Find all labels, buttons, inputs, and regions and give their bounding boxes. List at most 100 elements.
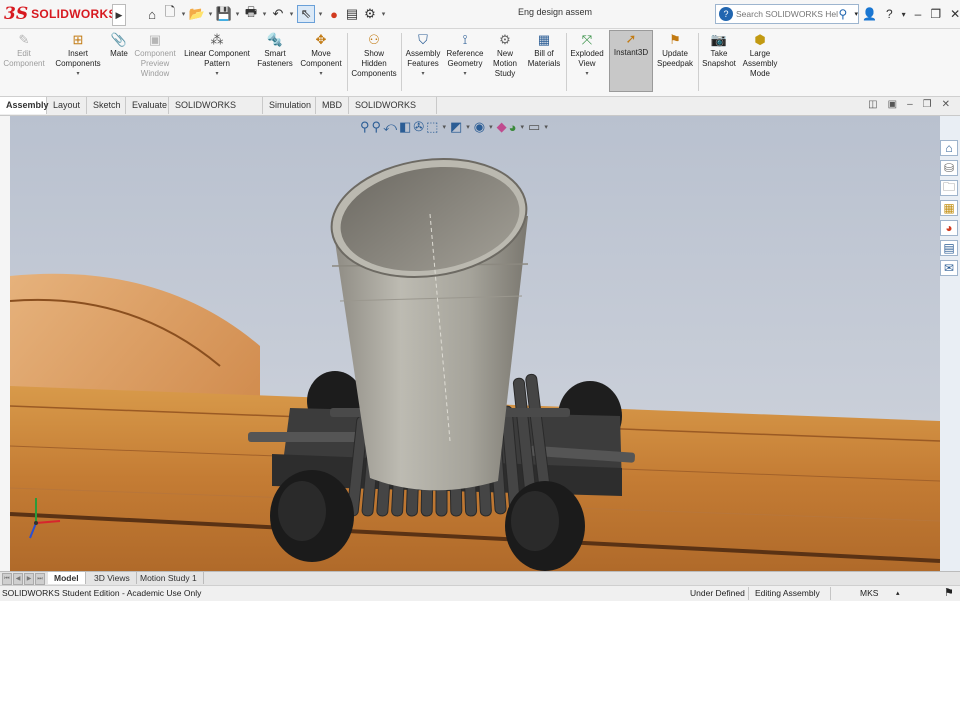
chevron-down-icon[interactable]: ▾ (466, 123, 470, 131)
select-icon[interactable]: ⇖ (297, 5, 315, 23)
units-system[interactable]: MKS (860, 586, 878, 601)
close-icon[interactable]: ✕ (942, 99, 950, 110)
help-menu-icon[interactable]: ? (886, 7, 893, 21)
dynamic-annotation-icon[interactable]: ✇ (413, 119, 424, 135)
rebuild-icon[interactable]: ● (326, 6, 342, 22)
zoom-to-fit-icon[interactable]: ⚲ (360, 119, 370, 135)
tab-evaluate[interactable]: Evaluate (126, 97, 169, 114)
section-view-icon[interactable]: ◧ (399, 119, 411, 135)
menu-flyout-arrow-icon[interactable]: ▶ (112, 4, 126, 26)
hide-show-items-icon[interactable]: ◉ (474, 119, 485, 135)
last-tab-icon[interactable]: ⏭ (35, 573, 45, 585)
search-input[interactable] (736, 9, 839, 19)
large-assembly-mode-button[interactable]: ⬢ Large Assembly Mode (740, 32, 780, 79)
chevron-up-icon[interactable]: ▴ (896, 586, 900, 601)
chevron-down-icon[interactable]: ▾ (521, 123, 525, 131)
assembly-features-button[interactable]: ⛉ Assembly Features ▾ (404, 32, 442, 79)
tab-sketch[interactable]: Sketch (87, 97, 126, 114)
bill-of-materials-button[interactable]: ▦ Bill of Materials (524, 32, 564, 69)
previous-view-icon[interactable]: ⤺ (383, 119, 397, 135)
file-properties-icon[interactable]: ▤ (344, 6, 360, 22)
first-tab-icon[interactable]: ⏮ (2, 573, 12, 585)
chevron-down-icon[interactable]: ▾ (442, 123, 446, 131)
new-document-icon[interactable]: 🗋 (162, 4, 178, 22)
home-icon[interactable]: ⌂ (144, 6, 160, 22)
chevron-down-icon[interactable]: ▾ (317, 10, 324, 18)
tab-simulation[interactable]: Simulation (263, 97, 316, 114)
tile-horizontal-icon[interactable]: ◫ (868, 99, 877, 110)
file-explorer-icon[interactable]: 🗀 (940, 180, 958, 196)
prev-tab-icon[interactable]: ◀ (13, 573, 23, 585)
undo-icon[interactable]: ↶ (270, 6, 286, 22)
restore-icon[interactable]: ❐ (930, 7, 941, 21)
search-icon[interactable]: ⚲ (838, 7, 854, 21)
view-settings-icon[interactable]: ▭ (528, 119, 540, 135)
options-icon[interactable]: ⚙ (362, 6, 378, 22)
tile-vertical-icon[interactable]: ▣ (888, 99, 897, 110)
close-icon[interactable]: ✕ (950, 7, 960, 21)
tab-layout[interactable]: Layout (47, 97, 87, 114)
smart-fasteners-button[interactable]: 🔩 Smart Fasteners (255, 32, 295, 69)
minimize-icon[interactable]: – (907, 99, 913, 110)
next-tab-icon[interactable]: ▶ (24, 573, 34, 585)
tab-model[interactable]: Model (48, 572, 86, 584)
tab-solidworks-cam[interactable]: SOLIDWORKS CAM (349, 97, 437, 127)
edit-appearance-icon[interactable]: ◆ (497, 119, 507, 135)
chevron-down-icon[interactable]: ▾ (215, 69, 218, 79)
edit-component-button[interactable]: ✎ Edit Component (3, 32, 44, 69)
exploded-view-button[interactable]: ⤧ Exploded View ▾ (568, 32, 606, 79)
chevron-down-icon[interactable]: ▾ (421, 69, 424, 79)
view-orientation-icon[interactable]: ⬚ (426, 119, 438, 135)
view-palette-icon[interactable]: ▦ (940, 200, 958, 216)
chevron-down-icon[interactable]: ▾ (207, 10, 214, 18)
instant3d-button[interactable]: ➚ Instant3D (609, 30, 653, 92)
custom-properties-icon[interactable]: ▤ (940, 240, 958, 256)
tab-mbd[interactable]: MBD (316, 97, 349, 114)
forum-icon[interactable]: ✉ (940, 260, 958, 276)
chevron-down-icon[interactable]: ▾ (319, 69, 322, 79)
show-hidden-components-button[interactable]: ⚇ Show Hidden Components (350, 32, 398, 79)
update-speedpak-button[interactable]: ⚑ Update Speedpak (655, 32, 695, 69)
chevron-down-icon[interactable]: ▾ (76, 69, 79, 79)
tab-motion-study-1[interactable]: Motion Study 1 (134, 572, 204, 584)
tab-solidworks-add-ins[interactable]: SOLIDWORKS Add-Ins (169, 97, 263, 127)
chevron-down-icon[interactable]: ▾ (463, 69, 466, 79)
solidworks-logo[interactable]: 3S SOLIDWORKS (4, 3, 117, 25)
graphics-area[interactable] (10, 116, 940, 571)
chevron-down-icon[interactable]: ▾ (544, 123, 548, 131)
save-icon[interactable]: 💾 (216, 6, 232, 22)
user-icon[interactable]: 👤 (862, 7, 877, 21)
chevron-down-icon[interactable]: ▾ (261, 10, 268, 18)
insert-components-button[interactable]: ⊞ Insert Components ▾ (52, 32, 104, 79)
open-icon[interactable]: 📂 (189, 6, 205, 22)
tab-assembly[interactable]: Assembly (0, 97, 49, 114)
zoom-to-area-icon[interactable]: ⚲ (372, 119, 382, 135)
chevron-down-icon[interactable]: ▾ (489, 123, 493, 131)
appearances-icon[interactable]: ◕ (940, 220, 958, 236)
chevron-down-icon[interactable]: ▾ (234, 10, 241, 18)
component-preview-window-button[interactable]: ▣ Component Preview Window (132, 32, 178, 79)
restore-icon[interactable]: ❐ (923, 99, 932, 110)
take-snapshot-button[interactable]: 📷 Take Snapshot (700, 32, 738, 69)
rebuild-status-icon[interactable]: ⚑ (944, 586, 954, 601)
linear-component-pattern-button[interactable]: ⁂ Linear Component Pattern ▾ (181, 32, 253, 79)
apply-scene-icon[interactable]: ◕ (509, 120, 517, 135)
chevron-down-icon[interactable]: ▾ (180, 10, 187, 18)
move-component-button[interactable]: ✥ Move Component ▾ (297, 32, 345, 79)
design-library-icon[interactable]: ⛁ (940, 160, 958, 176)
chevron-down-icon[interactable]: ▾ (585, 69, 588, 79)
print-icon[interactable]: 🖶 (243, 4, 259, 22)
model-scene[interactable] (10, 116, 940, 571)
chevron-down-icon[interactable]: ▾ (854, 10, 858, 18)
minimize-icon[interactable]: – (915, 7, 922, 21)
display-style-icon[interactable]: ◩ (450, 119, 462, 135)
new-motion-study-button[interactable]: ⚙ New Motion Study (490, 32, 520, 79)
chevron-down-icon[interactable]: ▾ (288, 10, 295, 18)
mate-button[interactable]: 📎 Mate (106, 32, 132, 59)
home-icon[interactable]: ⌂ (940, 140, 958, 156)
tab-3d-views[interactable]: 3D Views (88, 572, 137, 584)
search-box[interactable]: ? ⚲ ▾ (715, 4, 859, 24)
chevron-down-icon[interactable]: ▾ (380, 10, 387, 18)
chevron-down-icon[interactable]: ▾ (902, 10, 906, 19)
reference-geometry-button[interactable]: ⟟ Reference Geometry ▾ (444, 32, 486, 79)
